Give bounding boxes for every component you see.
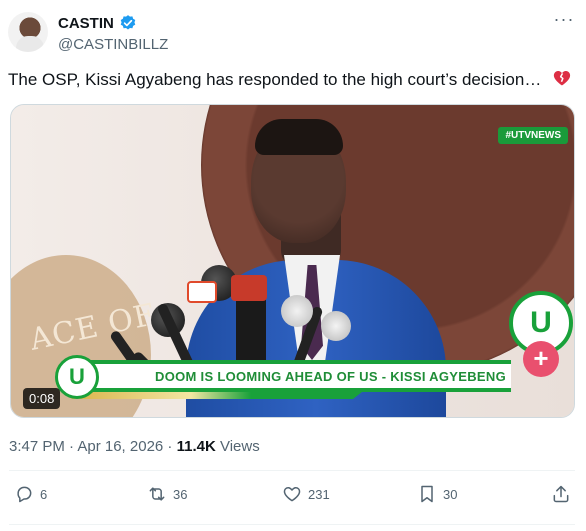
share-button[interactable] (551, 484, 571, 504)
like-count: 231 (308, 486, 330, 502)
microphone-badge (187, 281, 217, 303)
tweet-meta: 3:47 PM · Apr 16, 2026 · 11.4K Views (9, 438, 260, 455)
heart-icon (283, 486, 301, 502)
channel-watermark: #UTVNEWS (498, 127, 568, 144)
like-button[interactable]: 231 (282, 484, 330, 504)
views-label: Views (215, 438, 260, 455)
news-ticker: DOOM IS LOOMING AHEAD OF US - KISSI AGYE… (81, 360, 511, 392)
speaker-hair (255, 119, 343, 155)
bookmark-icon (421, 485, 433, 503)
name-row: CASTIN (58, 14, 137, 32)
avatar[interactable] (8, 12, 48, 52)
views-count: 11.4K (176, 438, 216, 455)
tweet-body: The OSP, Kissi Agyabeng has responded to… (8, 70, 542, 89)
broken-heart-icon (553, 70, 571, 86)
ticker-text: DOOM IS LOOMING AHEAD OF US - KISSI AGYE… (155, 368, 506, 384)
action-bar: 6 36 231 30 (0, 478, 586, 516)
channel-logo-ticker: U (55, 355, 99, 399)
tweet-header: CASTIN @CASTINBILLZ ··· (8, 8, 578, 58)
repost-count: 36 (173, 486, 188, 502)
reply-count: 6 (40, 486, 48, 502)
divider (9, 524, 575, 525)
video-duration: 0:08 (23, 388, 61, 409)
tweet-text: The OSP, Kissi Agyabeng has responded to… (8, 68, 578, 92)
plus-icon: + (523, 341, 559, 377)
more-options-icon[interactable]: ··· (552, 10, 576, 32)
repost-icon (149, 487, 165, 501)
verified-badge-icon (120, 15, 136, 30)
reply-button[interactable]: 6 (14, 484, 47, 504)
repost-button[interactable]: 36 (147, 484, 187, 504)
avatar-figure (16, 36, 44, 52)
microphone-head (321, 311, 351, 341)
divider (9, 470, 575, 471)
bookmark-button[interactable]: 30 (417, 484, 457, 504)
video-player[interactable]: ACE OF #UTVNEWS U DOOM IS LOOMING AHEAD … (10, 104, 575, 418)
display-name[interactable]: CASTIN (58, 15, 114, 32)
bookmark-count: 30 (443, 486, 458, 502)
microphone (236, 290, 266, 370)
timestamp[interactable]: 3:47 PM · Apr 16, 2026 · (9, 438, 177, 455)
microphone-head (281, 295, 313, 327)
reply-icon (17, 486, 32, 503)
share-icon (553, 485, 569, 503)
user-handle[interactable]: @CASTINBILLZ (58, 36, 168, 53)
microphone-badge (231, 275, 267, 301)
